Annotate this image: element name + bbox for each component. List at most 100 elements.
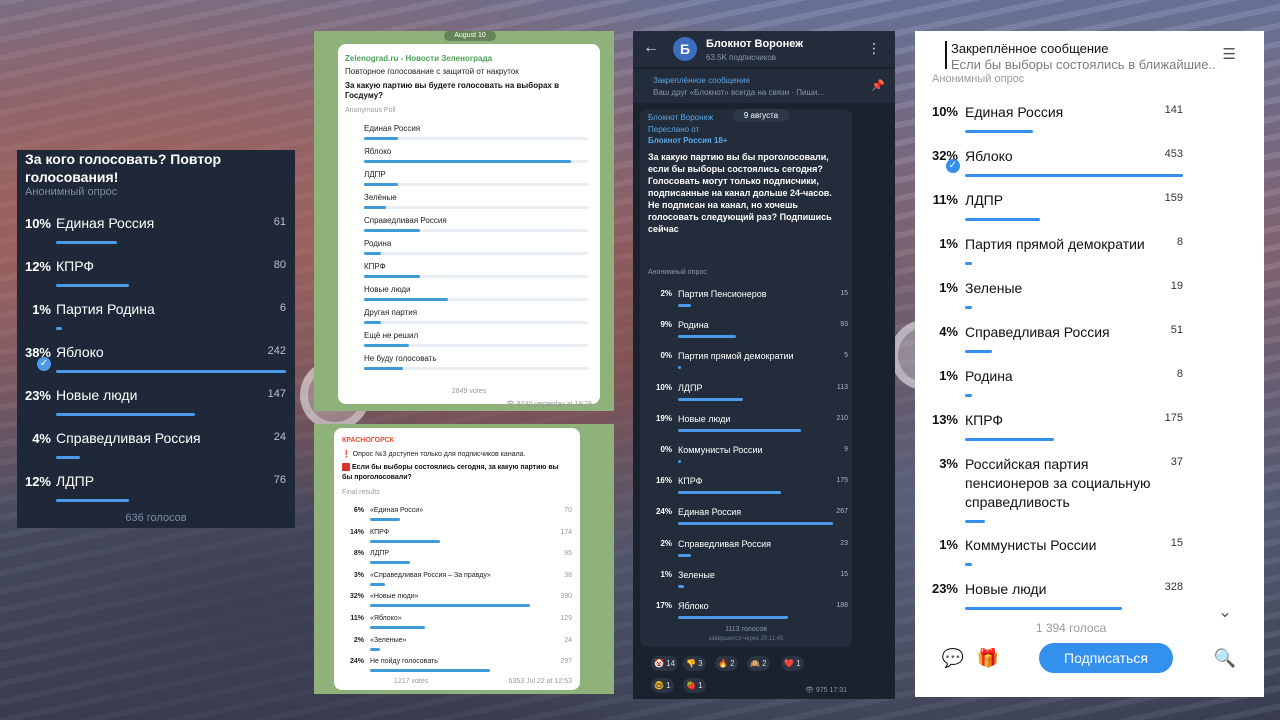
poll-option[interactable]: 24% Единая Россия 267 xyxy=(648,507,848,537)
poll-option[interactable]: Яблоко xyxy=(364,147,590,169)
option-bar-fill xyxy=(364,252,381,255)
source-name[interactable]: Zelenograd.ru - Новости Зеленограда xyxy=(345,54,492,63)
poll-option[interactable]: 24% Не пойду голосовать 297 xyxy=(342,658,572,680)
comments-icon[interactable]: 💬 xyxy=(939,644,967,672)
poll-option[interactable]: 11% «Яблоко» 129 xyxy=(342,615,572,637)
option-bar-fill xyxy=(370,582,385,586)
pinned-message-bar[interactable]: Закреплённое сообщение Если бы выборы со… xyxy=(915,31,1264,75)
poll-option[interactable]: 13% КПРФ 175 xyxy=(915,412,1264,456)
reaction-chip[interactable]: 🙉 2 xyxy=(747,656,770,671)
option-count: 93 xyxy=(840,321,848,329)
option-percent: 1% xyxy=(939,537,958,552)
reaction-chip[interactable]: 🔥 2 xyxy=(715,656,738,671)
poll-option[interactable]: 2% Справедливая Россия 23 xyxy=(648,539,848,569)
channel-header[interactable]: КРАСНОГОРСК xyxy=(342,437,394,444)
poll-option[interactable]: 10% ЛДПР 113 xyxy=(648,383,848,413)
poll-option[interactable]: 14% КПРФ 174 xyxy=(342,529,572,551)
message-author[interactable]: Блокнот Воронеж xyxy=(648,113,713,122)
option-bar-fill xyxy=(678,491,782,495)
poll-option[interactable]: 6% «Единая Росси» 70 xyxy=(342,507,572,529)
poll-option[interactable]: Не буду голосовать xyxy=(364,354,590,376)
channel-avatar[interactable]: Б xyxy=(673,37,697,61)
option-bar-fill xyxy=(370,647,380,651)
poll-panel-1: За кого голосовать? Повтор голосования! … xyxy=(17,150,295,528)
poll-option[interactable]: ЛДПР xyxy=(364,170,590,192)
subscribe-button[interactable]: Подписаться xyxy=(1039,643,1173,673)
poll-option[interactable]: Новые люди xyxy=(364,285,590,307)
option-bar-fill xyxy=(965,306,972,309)
option-count: 15 xyxy=(1170,537,1183,549)
option-percent: 17% xyxy=(655,601,672,610)
reaction-chip[interactable]: ❤️ 1 xyxy=(781,656,804,671)
poll-option[interactable]: 10% Единая Россия 141 xyxy=(915,104,1264,148)
option-bar-track xyxy=(56,456,286,459)
poll-option[interactable]: 12% ЛДПР 76 xyxy=(17,473,295,517)
search-icon[interactable]: 🔍 xyxy=(1211,644,1239,672)
poll-option[interactable]: Единая Россия xyxy=(364,124,590,146)
poll-option[interactable]: Другая партия xyxy=(364,308,590,330)
poll-option[interactable]: КПРФ xyxy=(364,262,590,284)
poll-option[interactable]: 1% Партия Родина 6 xyxy=(17,301,295,345)
poll-option[interactable]: 4% Справедливая Россия 51 xyxy=(915,324,1264,368)
channel-name[interactable]: Блокнот Воронеж xyxy=(706,38,803,50)
option-label: КПРФ xyxy=(965,412,1004,428)
back-arrow-icon[interactable]: ← xyxy=(643,39,659,57)
poll-option[interactable]: 1% Партия прямой демократии 8 xyxy=(915,236,1264,280)
reaction-chip[interactable]: 🍓 1 xyxy=(683,678,706,693)
pin-list-icon[interactable]: 📌 xyxy=(871,79,885,92)
option-bar-track xyxy=(965,218,1183,221)
pinned-message-bar[interactable]: Закреплённое сообщение Ваш друг «Блокнот… xyxy=(633,69,895,103)
poll-option[interactable]: 32% Яблоко 453 ✓ xyxy=(915,148,1264,192)
poll-option[interactable]: 16% КПРФ 175 xyxy=(648,476,848,506)
reaction-chip[interactable]: 🤡 14 xyxy=(651,656,679,671)
option-count: 147 xyxy=(267,388,286,400)
option-label: «Яблоко» xyxy=(370,615,402,622)
poll-option[interactable]: 12% КПРФ 80 xyxy=(17,258,295,302)
option-count: 8 xyxy=(1176,236,1183,248)
poll-option[interactable]: 11% ЛДПР 159 xyxy=(915,192,1264,236)
poll-type: Анонимный опрос xyxy=(932,73,1025,85)
chevron-down-icon[interactable]: ⌄ xyxy=(1210,598,1240,628)
poll-option[interactable]: 23% Новые люди 147 xyxy=(17,387,295,431)
option-label: Новые люди xyxy=(678,413,731,424)
poll-option[interactable]: 4% Справедливая Россия 24 xyxy=(17,430,295,474)
poll-option[interactable]: Справедливая Россия xyxy=(364,216,590,238)
poll-option[interactable]: 2% Партия Пенсионеров 15 xyxy=(648,289,848,319)
option-bar-fill xyxy=(965,607,1122,610)
poll-option[interactable]: Ещё не решил xyxy=(364,331,590,353)
pin-list-icon[interactable]: ☰ xyxy=(1223,45,1236,63)
poll-option[interactable]: 0% Партия прямой демократии 5 xyxy=(648,351,848,381)
poll-option[interactable]: 38% Яблоко 242 ✓ xyxy=(17,344,295,388)
option-bar-track xyxy=(364,321,588,324)
option-bar-track xyxy=(370,518,570,521)
forwarded-from[interactable]: Блокнот Россия 18+ xyxy=(648,136,727,145)
option-count: 38 xyxy=(564,571,572,579)
poll-option[interactable]: 32% «Новые люди» 390 xyxy=(342,593,572,615)
poll-option[interactable]: 10% Единая Россия 61 xyxy=(17,215,295,259)
option-label: «Зеленые» xyxy=(370,636,407,644)
poll-option[interactable]: 8% ЛДПР 95 xyxy=(342,550,572,572)
poll-option[interactable]: 3% Российская партия пенсионеров за социа… xyxy=(915,456,1264,523)
option-percent: 24% xyxy=(655,507,672,517)
reaction-chip[interactable]: 👎 3 xyxy=(683,656,706,671)
poll-option[interactable]: 3% «Справедливая Россия – За правду» 38 xyxy=(342,572,572,594)
subscriber-count: 63.5K подписчиков xyxy=(706,53,777,62)
poll-option[interactable]: 2% «Зеленые» 24 xyxy=(342,637,572,659)
option-percent: 23% xyxy=(24,388,51,403)
poll-option[interactable]: 1% Зеленые 19 xyxy=(915,280,1264,324)
poll-option[interactable]: 1% Родина 8 xyxy=(915,368,1264,412)
poll-option[interactable]: 1% Зеленые 15 xyxy=(648,570,848,600)
poll-option[interactable]: 9% Родина 93 xyxy=(648,320,848,350)
poll-option[interactable]: Зелёные xyxy=(364,193,590,215)
poll-option[interactable]: 0% Коммунисты России 9 xyxy=(648,445,848,475)
more-vertical-icon[interactable]: ⋮ xyxy=(867,40,881,57)
option-label: ЛДПР xyxy=(370,550,390,558)
gift-icon[interactable]: 🎁 xyxy=(974,644,1002,672)
poll-option[interactable]: 1% Коммунисты России 15 xyxy=(915,537,1264,581)
option-percent: 0% xyxy=(660,351,672,361)
poll-total: 2849 votes xyxy=(451,388,487,395)
poll-option[interactable]: Родина xyxy=(364,239,590,261)
poll-title: За кого голосовать? Повтор голосования! xyxy=(25,151,222,185)
reaction-chip[interactable]: 🤓 1 xyxy=(651,678,674,693)
poll-option[interactable]: 19% Новые люди 210 xyxy=(648,414,848,444)
